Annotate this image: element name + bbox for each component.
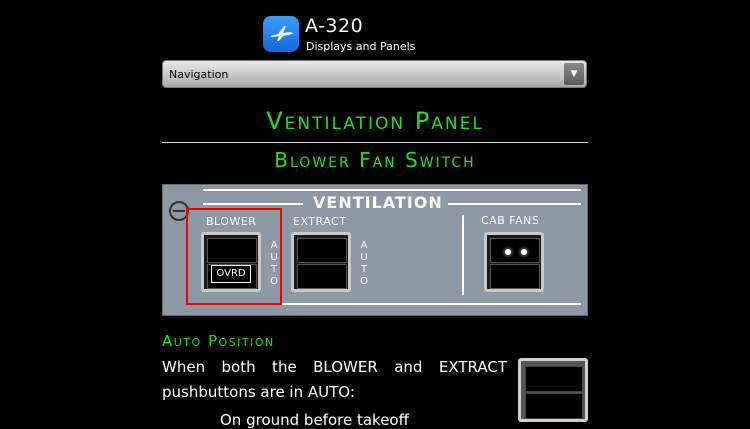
panel-title-line-right (448, 203, 581, 205)
navigation-dropdown-value: Navigation (169, 68, 229, 81)
pushbutton-lower-legend (297, 264, 347, 289)
pushbutton-lower-legend (525, 393, 583, 419)
panel-title: VENTILATION (313, 193, 443, 212)
extract-label: EXTRACT (293, 215, 347, 228)
blower-highlight-box (186, 208, 282, 305)
app-title: A-320 (305, 15, 364, 37)
panel-top-line (203, 189, 581, 191)
app-subtitle: Displays and Panels (306, 40, 416, 53)
auto-letter: T (360, 264, 368, 275)
pushbutton-lower-legend (490, 264, 540, 289)
auto-position-paragraph: When both the BLOWER and EXTRACT pushbut… (162, 358, 507, 401)
app-icon (263, 16, 299, 52)
light-dot-icon (505, 249, 511, 255)
panel-title-line-left (203, 203, 303, 205)
auto-position-partial-line: On ground before takeoff (220, 411, 409, 429)
panel-divider (462, 215, 464, 295)
airplane-icon (270, 26, 293, 41)
auto-letter: A (360, 240, 368, 251)
pushbutton-upper-legend (297, 238, 347, 263)
pushbutton-upper-legend (525, 366, 583, 392)
navigation-dropdown[interactable]: Navigation ▼ (162, 60, 587, 88)
auto-letter: U (360, 252, 368, 263)
chevron-down-icon[interactable]: ▼ (564, 63, 584, 85)
extract-pushbutton[interactable] (291, 232, 351, 292)
auto-position-heading: Auto Position (162, 332, 275, 350)
ventilation-panel-image: VENTILATION BLOWER EXTRACT CAB FANS OVRD… (162, 184, 588, 316)
title-divider (162, 142, 588, 143)
page-subtitle: Blower Fan Switch (274, 148, 476, 172)
cab-fans-pushbutton[interactable] (484, 232, 544, 292)
extract-auto-label: A U T O (359, 240, 369, 288)
light-dot-icon (521, 249, 527, 255)
pushbutton-upper-legend (490, 238, 540, 263)
cab-fans-label: CAB FANS (481, 214, 540, 227)
page-title: Ventilation Panel (266, 107, 484, 135)
auto-letter: O (360, 276, 368, 287)
pushbutton-illustration (518, 358, 588, 422)
